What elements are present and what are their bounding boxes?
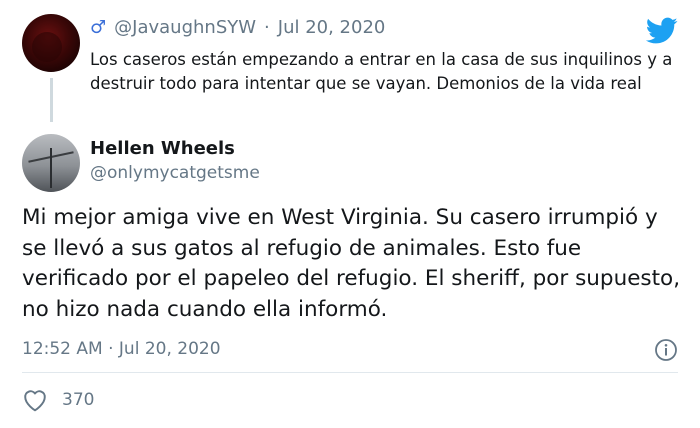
tweet-text: Mi mejor amiga vive en West Virginia. Su…: [22, 205, 681, 322]
male-sign-icon: ♂: [90, 16, 107, 38]
info-icon[interactable]: [654, 338, 678, 362]
parent-avatar[interactable]: [22, 14, 80, 72]
like-count: 370: [62, 390, 95, 410]
header-separator: ·: [264, 17, 270, 38]
thread-connector: [50, 78, 53, 122]
tweet-timestamp[interactable]: 12:52 AM · Jul 20, 2020: [22, 339, 221, 359]
parent-handle[interactable]: @JavaughnSYW: [114, 17, 256, 38]
parent-tweet-text: Los caseros están empezando a entrar en …: [90, 50, 673, 93]
heart-icon[interactable]: [22, 388, 48, 412]
twitter-bird-icon[interactable]: [646, 17, 678, 45]
author-handle[interactable]: @onlymycatgetsme: [90, 163, 260, 183]
parent-tweet-header: ♂ @JavaughnSYW · Jul 20, 2020: [90, 17, 385, 38]
like-action[interactable]: 370: [22, 388, 94, 412]
parent-date[interactable]: Jul 20, 2020: [278, 17, 386, 38]
author-avatar[interactable]: [22, 134, 80, 192]
divider: [22, 372, 678, 373]
author-display-name[interactable]: Hellen Wheels: [90, 138, 235, 159]
